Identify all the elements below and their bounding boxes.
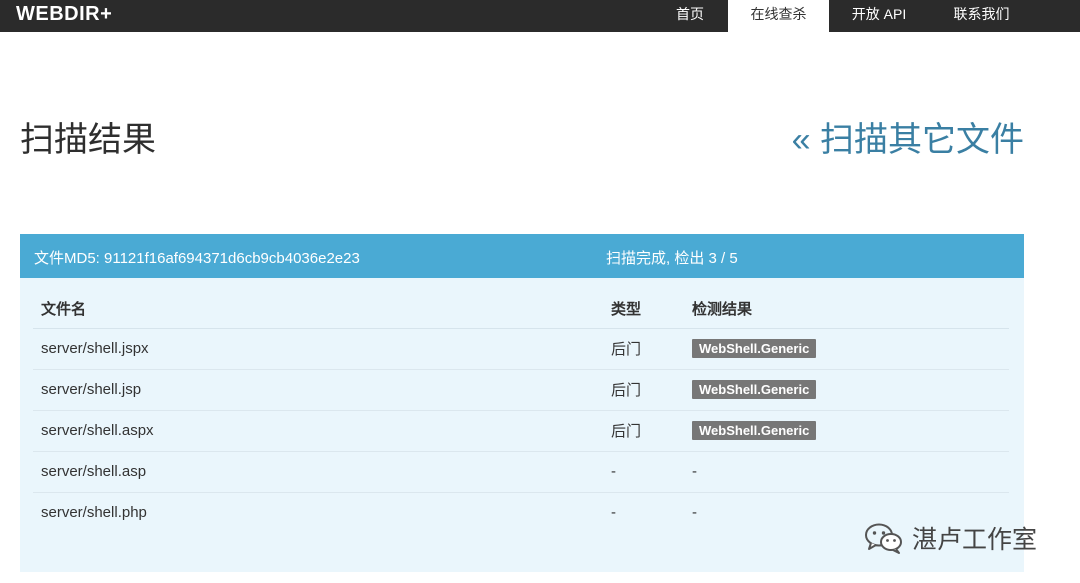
cell-result: WebShell.Generic — [684, 328, 1009, 370]
table-row: server/shell.jspx 后门 WebShell.Generic — [33, 328, 1009, 370]
cell-filename: server/shell.php — [41, 504, 147, 522]
column-header-filename: 文件名 — [33, 290, 603, 329]
wechat-icon — [865, 523, 902, 554]
cell-type: - — [611, 504, 616, 522]
nav-item-contact[interactable]: 联系我们 — [929, 0, 1034, 32]
nav-menu: 首页 在线查杀 开放 API 联系我们 — [652, 0, 1034, 32]
top-navbar: WEBDIR+ 首页 在线查杀 开放 API 联系我们 — [0, 0, 1080, 32]
table-row: server/shell.php - - — [33, 492, 1009, 533]
nav-item-online-scan[interactable]: 在线查杀 — [728, 0, 829, 32]
table-row: server/shell.asp - - — [33, 451, 1009, 493]
cell-type: 后门 — [603, 410, 684, 452]
nav-item-open-api[interactable]: 开放 API — [829, 0, 929, 32]
cell-result: WebShell.Generic — [684, 369, 1009, 411]
cell-result: WebShell.Generic — [684, 410, 1009, 452]
page-title: 扫描结果 — [20, 121, 156, 159]
detection-badge: WebShell.Generic — [692, 421, 817, 440]
cell-type: - — [603, 451, 684, 493]
cell-filename: server/shell.asp — [33, 451, 603, 493]
table-row: server/shell.jsp 后门 WebShell.Generic — [33, 369, 1009, 411]
cell-result: - — [684, 451, 1009, 493]
detection-badge: WebShell.Generic — [692, 380, 817, 399]
table-header-row: 文件名 类型 检测结果 — [33, 290, 1009, 329]
cell-filename: server/shell.aspx — [33, 410, 603, 452]
nav-item-home[interactable]: 首页 — [652, 0, 728, 32]
watermark-text: 湛卢工作室 — [912, 526, 1038, 554]
watermark: 湛卢工作室 — [864, 520, 1037, 556]
cell-type: 后门 — [603, 328, 684, 370]
detection-badge: WebShell.Generic — [692, 339, 817, 358]
brand-logo[interactable]: WEBDIR+ — [16, 3, 112, 26]
cell-filename: server/shell.jspx — [33, 328, 603, 370]
scan-other-files-link[interactable]: « 扫描其它文件 — [792, 112, 1024, 161]
scan-status: 扫描完成, 检出 3 / 5 — [606, 250, 738, 267]
results-table: 文件名 类型 检测结果 server/shell.jspx 后门 WebShel… — [33, 290, 1009, 533]
cell-filename: server/shell.jsp — [33, 369, 603, 411]
cell-type: 后门 — [603, 369, 684, 411]
column-header-result: 检测结果 — [684, 290, 1009, 329]
column-header-type: 类型 — [603, 290, 684, 329]
file-md5: 文件MD5: 91121f16af694371d6cb9cb4036e2e23 — [34, 250, 360, 267]
panel-header: 文件MD5: 91121f16af694371d6cb9cb4036e2e23 … — [20, 234, 1024, 278]
table-row: server/shell.aspx 后门 WebShell.Generic — [33, 410, 1009, 452]
